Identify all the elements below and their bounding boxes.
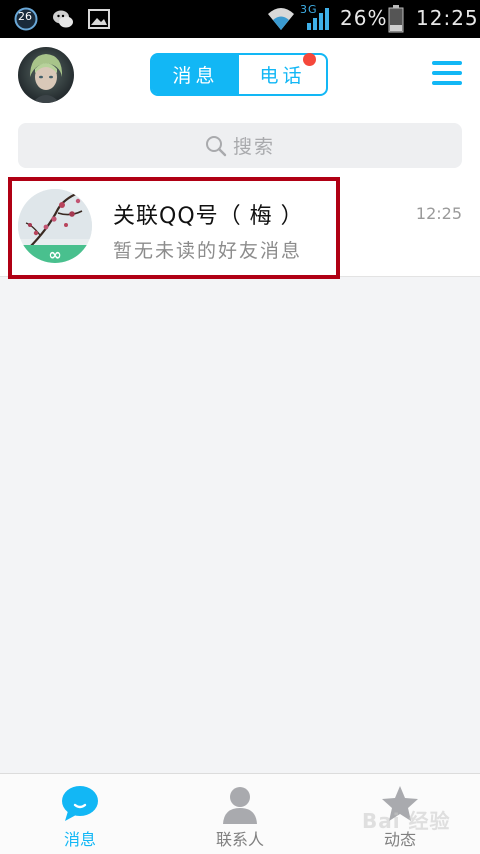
status-bar: 26 3G 26% 12:25 — [0, 0, 480, 38]
wechat-icon — [53, 10, 73, 28]
plum-blossom-avatar-image: ∞ — [18, 189, 92, 263]
nav-messages[interactable]: 消息 — [0, 774, 160, 854]
nav-contacts[interactable]: 联系人 — [160, 774, 320, 854]
hamburger-icon[interactable] — [432, 61, 462, 89]
conversation-row[interactable]: ∞ 关联QQ号（ 梅 ） 暂无未读的好友消息 12:25 — [0, 176, 480, 277]
tab-calls[interactable]: 电话 — [239, 53, 326, 94]
qq-screen: 26 3G 26% 12:25 消息 电话 搜索 ∞ 关联QQ号（ 梅 ） 暂无… — [0, 0, 480, 854]
baidu-watermark: Bai 经验 — [362, 809, 451, 833]
status-time: 12:25 — [416, 6, 479, 30]
notification-dot — [303, 53, 316, 66]
tab-calls-label: 电话 — [259, 65, 306, 87]
search-area: 搜索 — [0, 118, 480, 176]
message-call-toggle: 消息 电话 — [150, 53, 328, 96]
nav-messages-label: 消息 — [63, 830, 96, 849]
notification-badge-number: 26 — [18, 10, 32, 23]
nav-contacts-label: 联系人 — [215, 830, 264, 849]
battery-percent: 26% — [340, 6, 388, 30]
image-icon — [88, 9, 110, 29]
search-placeholder: 搜索 — [232, 136, 275, 158]
top-header: 消息 电话 — [0, 38, 480, 118]
wifi-icon — [268, 8, 294, 30]
battery-icon — [388, 5, 404, 33]
tab-messages-label: 消息 — [172, 65, 219, 87]
chat-bubble-icon — [62, 786, 98, 821]
conversation-avatar: ∞ — [18, 189, 92, 263]
user-avatar-image — [18, 47, 74, 103]
conversation-title: 关联QQ号（ 梅 ） — [113, 204, 304, 229]
signal-icon — [307, 8, 329, 30]
tab-messages[interactable]: 消息 — [152, 55, 239, 94]
search-input[interactable]: 搜索 — [18, 123, 462, 168]
search-icon — [205, 135, 227, 156]
conversation-subtitle: 暂无未读的好友消息 — [113, 240, 303, 262]
user-avatar[interactable] — [18, 47, 74, 103]
svg-text:∞: ∞ — [48, 245, 61, 263]
person-icon — [223, 787, 257, 824]
conversation-time: 12:25 — [415, 204, 462, 223]
